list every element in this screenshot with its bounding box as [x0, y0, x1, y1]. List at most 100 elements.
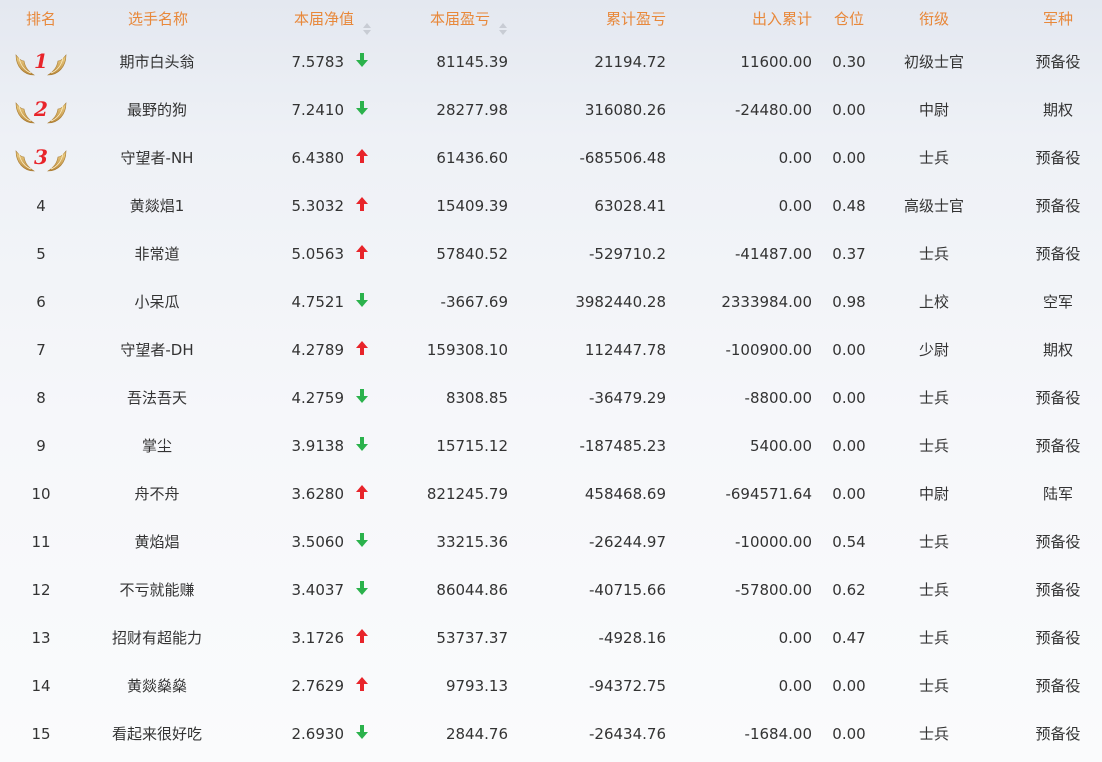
rank-number: 12	[31, 581, 51, 599]
arrow-up-icon	[352, 134, 372, 182]
rank-number: 1	[34, 49, 48, 73]
inout-total: -57800.00	[735, 581, 812, 599]
table-row[interactable]: 12 不亏就能赚 3.4037 86044.86 -40715.66 -57800.00 0…	[0, 566, 1102, 614]
player-name[interactable]: 黄焰焻	[82, 518, 232, 566]
nav-value: 3.6280	[291, 485, 345, 503]
inout-total: -41487.00	[735, 245, 812, 263]
period-pl: 57840.52	[436, 245, 508, 263]
inout-total: 0.00	[778, 629, 812, 647]
military-rank: 高级士官	[903, 197, 964, 215]
cumulative-pl: 316080.26	[584, 101, 666, 119]
header-inout[interactable]: 出入累计	[684, 0, 812, 38]
table-row[interactable]: 14 黄燚燊燊 2.7629 9793.13 -94372.75 0.00 0.00 士兵 预备…	[0, 662, 1102, 710]
player-name[interactable]: 黄燚焻1	[82, 182, 232, 230]
cumulative-pl: -187485.23	[579, 437, 666, 455]
period-pl: 86044.86	[436, 581, 508, 599]
military-rank: 士兵	[918, 149, 949, 167]
player-name[interactable]: 不亏就能赚	[82, 566, 232, 614]
period-pl: 61436.60	[436, 149, 508, 167]
rank-number: 11	[31, 533, 51, 551]
nav-value: 3.9138	[291, 437, 345, 455]
service-branch: 预备役	[1035, 53, 1081, 71]
medal-icon: 2	[14, 95, 68, 125]
position-ratio: 0.00	[832, 341, 866, 359]
period-pl: 2844.76	[445, 725, 508, 743]
table-row[interactable]: 7 守望者-DH 4.2789 159308.10 112447.78 -100900.0…	[0, 326, 1102, 374]
military-rank: 少尉	[918, 341, 949, 359]
sort-both-icon[interactable]	[498, 12, 508, 35]
service-branch: 预备役	[1035, 725, 1081, 743]
arrow-up-icon	[352, 230, 372, 278]
period-pl: 15409.39	[436, 197, 508, 215]
service-branch: 预备役	[1035, 149, 1081, 167]
table-row[interactable]: 9 掌尘 3.9138 15715.12 -187485.23 5400.00 0.00 士兵…	[0, 422, 1102, 470]
header-position[interactable]: 仓位	[824, 0, 874, 38]
cumulative-pl: -94372.75	[589, 677, 666, 695]
header-name[interactable]: 选手名称	[100, 0, 216, 38]
period-pl: 53737.37	[436, 629, 508, 647]
table-row[interactable]: 11 黄焰焻 3.5060 33215.36 -26244.97 -10000.00 0.5…	[0, 518, 1102, 566]
nav-value: 5.3032	[291, 197, 345, 215]
table-row[interactable]: 4 黄燚焻1 5.3032 15409.39 63028.41 0.00 0.48 高级士官 预…	[0, 182, 1102, 230]
table-row[interactable]: 6 小呆瓜 4.7521 -3667.69 3982440.28 2333984.00 0.…	[0, 278, 1102, 326]
player-name[interactable]: 期市白头翁	[82, 38, 232, 86]
rank-number: 7	[36, 341, 46, 359]
cumulative-pl: -685506.48	[579, 149, 666, 167]
table-row[interactable]: 2 最野的狗 7.2410 28277.98 316080.26 -24480.00 0.0…	[0, 86, 1102, 134]
military-rank: 士兵	[918, 437, 949, 455]
player-name[interactable]: 守望者-NH	[82, 134, 232, 182]
player-name[interactable]: 黄燚燊燊	[82, 662, 232, 710]
sort-both-icon[interactable]	[362, 12, 372, 35]
table-row[interactable]: 1 期市白头翁 7.5783 81145.39 21194.72 11600.00 0.30…	[0, 38, 1102, 86]
nav-value: 4.2789	[291, 341, 345, 359]
arrow-down-icon	[352, 86, 372, 134]
player-name[interactable]: 非常道	[82, 230, 232, 278]
service-branch: 空军	[1042, 293, 1073, 311]
arrow-up-icon	[352, 614, 372, 662]
rank-number: 14	[31, 677, 51, 695]
header-rank[interactable]: 排名	[0, 0, 82, 38]
header-cumulative[interactable]: 累计盈亏	[540, 0, 666, 38]
nav-value: 3.5060	[291, 533, 345, 551]
player-name[interactable]: 掌尘	[82, 422, 232, 470]
service-branch: 预备役	[1035, 245, 1081, 263]
header-pl[interactable]: 本届盈亏	[400, 0, 508, 38]
cumulative-pl: 112447.78	[584, 341, 666, 359]
rank-number: 8	[36, 389, 46, 407]
player-name[interactable]: 看起来很好吃	[82, 710, 232, 758]
player-name[interactable]: 吾法吾天	[82, 374, 232, 422]
service-branch: 陆军	[1042, 485, 1073, 503]
header-arm[interactable]: 军种	[1014, 0, 1102, 38]
nav-value: 4.7521	[291, 293, 345, 311]
service-branch: 预备役	[1035, 677, 1081, 695]
player-name[interactable]: 招财有超能力	[82, 614, 232, 662]
header-nav[interactable]: 本届净值	[260, 0, 372, 38]
arrow-up-icon	[352, 470, 372, 518]
header-title-rank[interactable]: 衔级	[884, 0, 984, 38]
arrow-down-icon	[352, 278, 372, 326]
inout-total: 5400.00	[749, 437, 812, 455]
player-name[interactable]: 守望者-DH	[82, 326, 232, 374]
cumulative-pl: 21194.72	[594, 53, 666, 71]
medal-icon: 1	[14, 47, 68, 77]
inout-total: -100900.00	[725, 341, 812, 359]
table-row[interactable]: 15 看起来很好吃 2.6930 2844.76 -26434.76 -1684.00 0.…	[0, 710, 1102, 758]
period-pl: 9793.13	[445, 677, 508, 695]
period-pl: 81145.39	[436, 53, 508, 71]
table-row[interactable]: 3 守望者-NH 6.4380 61436.60 -685506.48 0.00 0.00 士…	[0, 134, 1102, 182]
player-name[interactable]: 小呆瓜	[82, 278, 232, 326]
cumulative-pl: 3982440.28	[575, 293, 666, 311]
table-row[interactable]: 10 舟不舟 3.6280 821245.79 458468.69 -694571.64 0…	[0, 470, 1102, 518]
rank-number: 9	[36, 437, 46, 455]
military-rank: 士兵	[918, 245, 949, 263]
table-row[interactable]: 8 吾法吾天 4.2759 8308.85 -36479.29 -8800.00 0.00 士…	[0, 374, 1102, 422]
arrow-down-icon	[352, 710, 372, 758]
table-row[interactable]: 5 非常道 5.0563 57840.52 -529710.2 -41487.00 0.37…	[0, 230, 1102, 278]
header-nav-label: 本届净值	[293, 10, 354, 28]
table-row[interactable]: 13 招财有超能力 3.1726 53737.37 -4928.16 0.00 0.47 士兵…	[0, 614, 1102, 662]
inout-total: 0.00	[778, 149, 812, 167]
player-name[interactable]: 舟不舟	[82, 470, 232, 518]
period-pl: 159308.10	[426, 341, 508, 359]
player-name[interactable]: 最野的狗	[82, 86, 232, 134]
position-ratio: 0.00	[832, 725, 866, 743]
